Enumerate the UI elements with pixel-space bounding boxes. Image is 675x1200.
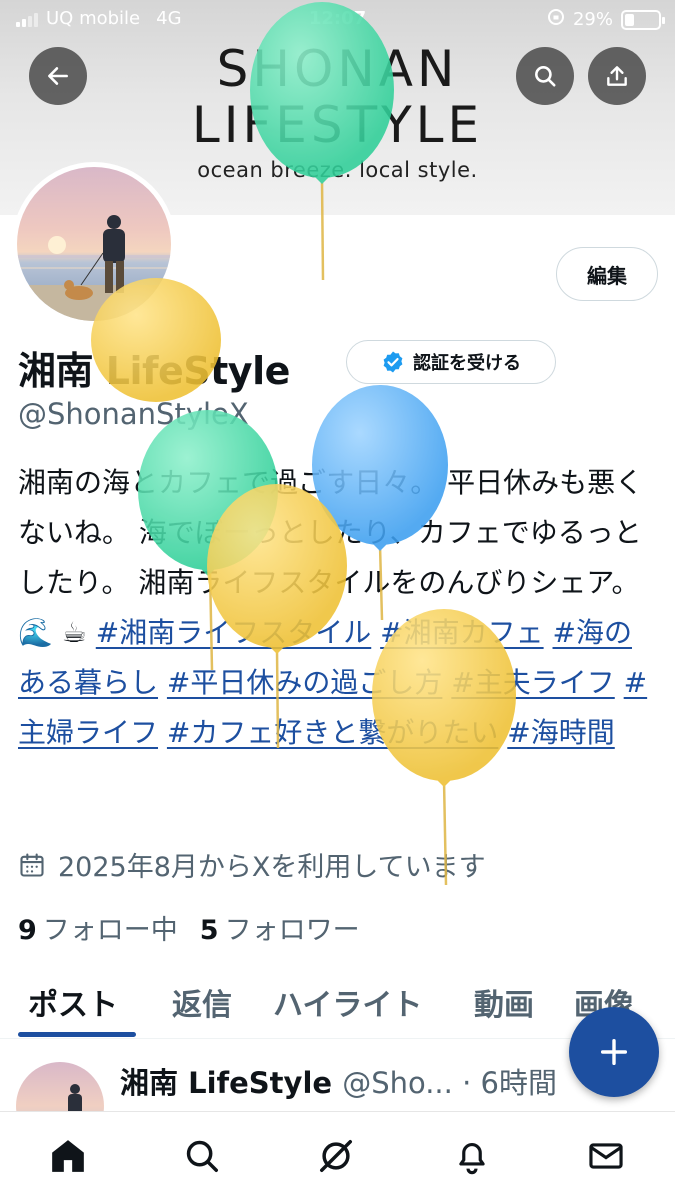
battery-percent: 29% [572,9,613,30]
post-avatar[interactable] [16,1062,104,1112]
hashtag-link[interactable]: #主夫ライフ [451,666,614,699]
arrow-left-icon [48,67,68,85]
get-verified-label: 認証を受ける [413,353,521,374]
mail-icon [589,1143,623,1169]
join-date: 2025年8月からXを利用しています [18,845,486,884]
nav-home[interactable] [46,1134,90,1178]
post-author: 湘南 LifeStyle @Sho... · 6時間 [120,1060,557,1102]
hashtag-link[interactable]: #湘南カフェ [380,616,543,649]
hashtag-link[interactable]: #平日休みの過ごし方 [167,666,442,699]
share-button[interactable] [588,47,646,105]
search-icon [186,1140,218,1172]
banner-title-line1: SHONAN [216,40,459,98]
following-count: 9 [18,915,37,946]
user-handle: @ShonanStyleX [18,397,249,431]
home-icon [52,1140,84,1172]
verified-badge-icon [383,351,403,373]
share-icon [607,66,627,86]
join-date-text: 2025年8月からXを利用しています [58,852,486,883]
back-button[interactable] [29,47,87,105]
following-label: フォロー中 [42,915,178,946]
hashtag-link[interactable]: #カフェ好きと繋がりたい [167,716,498,749]
profile-tabs: ポスト 返信 ハイライト 動画 画像 [0,965,675,1039]
follow-stats: 9 フォロー中 5 フォロワー [18,908,360,947]
status-bar: UQ mobile 4G 12:07 29% [0,0,675,38]
tab-highlights[interactable]: ハイライト [273,980,422,1024]
nav-search[interactable] [180,1134,224,1178]
hashtag-link[interactable]: #湘南ライフスタイル [96,616,371,649]
bottom-nav [0,1111,675,1200]
tab-posts[interactable]: ポスト [28,980,118,1024]
edit-profile-button[interactable]: 編集 [556,247,658,301]
banner-title-line2: LIFESTYLE [191,96,484,154]
nav-messages[interactable] [584,1134,628,1178]
followers-label: フォロワー [224,915,360,946]
display-name: 湘南 LifeStyle [18,349,290,393]
tab-videos[interactable]: 動画 [474,980,534,1024]
get-verified-button[interactable]: 認証を受ける [346,340,556,384]
battery-icon [621,9,665,30]
followers-count: 5 [199,915,219,946]
active-tab-indicator [18,1032,136,1037]
calendar-icon [20,852,44,877]
hashtag-link[interactable]: #海時間 [507,716,614,749]
tab-replies[interactable]: 返信 [172,980,232,1024]
bell-icon [459,1143,485,1175]
followers-link[interactable]: 5 フォロワー [200,908,360,947]
nav-notifications[interactable] [450,1134,494,1178]
rotation-lock-icon [547,8,565,31]
grok-icon [320,1140,352,1172]
nav-grok[interactable] [314,1134,358,1178]
following-link[interactable]: 9 フォロー中 [18,908,178,947]
post-meta: @Sho... · 6時間 [342,1066,557,1100]
search-button[interactable] [516,47,574,105]
profile-bio: 湘南の海とカフェで過ごす日々。 平日休みも悪くないね。 海でぼーっとしたり、カフ… [18,458,658,758]
avatar-photo [17,215,171,321]
post-author-name: 湘南 LifeStyle [120,1066,333,1100]
search-icon [535,66,556,87]
plus-icon [600,1038,628,1066]
profile-avatar[interactable] [12,162,176,326]
compose-button[interactable] [569,1007,659,1097]
